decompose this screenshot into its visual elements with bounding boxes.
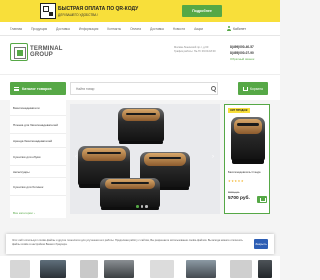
top-nav-item[interactable]: Главная bbox=[10, 27, 22, 31]
top-nav-item[interactable]: Акции bbox=[194, 27, 203, 31]
top-nav-items: Главная Продукция Доставка Информация Ко… bbox=[10, 27, 203, 31]
cookie-notice: Этот сайт использует cookie-файлы и друг… bbox=[6, 234, 274, 254]
rating-stars: ★ ★ ★ ★ ★ bbox=[228, 180, 244, 183]
cookie-text: Этот сайт использует cookie-файлы и друг… bbox=[12, 239, 243, 246]
product-thumbnail[interactable] bbox=[150, 260, 174, 278]
site-header: TERMINAL GROUP Москва Ленинский пр-т, д.… bbox=[0, 36, 280, 74]
slider-dot[interactable] bbox=[145, 205, 148, 208]
promo-subtitle: ДЛЯ ВАШЕГО УДОБСТВА ! bbox=[58, 13, 99, 17]
promo-title: БЫСТРАЯ ОПЛАТА ПО QR-КОДУ bbox=[58, 6, 139, 12]
top-nav-item[interactable]: Информация bbox=[79, 27, 99, 31]
callback-link[interactable]: Обратный звонок bbox=[230, 56, 254, 62]
sidebar-item[interactable]: Бахилонадеватели bbox=[10, 100, 66, 116]
product-thumbnail[interactable] bbox=[104, 260, 134, 278]
product-name[interactable]: Бахилонадеватель Станда bbox=[228, 171, 268, 175]
search-button[interactable] bbox=[208, 83, 218, 94]
top-nav-item[interactable]: Новости bbox=[173, 27, 185, 31]
sidebar-item[interactable]: Пленка для бахилонадевателей bbox=[10, 116, 66, 134]
product-strip bbox=[0, 256, 280, 280]
phones-block: 8(499)000-40-57 8(495)000-07-90 Обратный… bbox=[230, 44, 254, 62]
old-price: 8900 руб. bbox=[228, 191, 240, 194]
sidebar-item[interactable]: Сушилки для ботинок bbox=[10, 178, 66, 196]
top-nav-item[interactable]: Доставка bbox=[56, 27, 70, 31]
add-to-cart-icon[interactable] bbox=[257, 196, 267, 203]
top-nav-item[interactable]: Контакты bbox=[107, 27, 121, 31]
product-thumbnail[interactable] bbox=[230, 260, 252, 278]
star-icon: ★ bbox=[240, 179, 244, 183]
cart-label: Корзина bbox=[250, 86, 263, 91]
search-bar-row: Каталог товаров Корзина bbox=[0, 74, 280, 100]
product-thumbnail[interactable] bbox=[258, 260, 272, 278]
hours-line: График работы: Пн-Пт 09:00-18:00 bbox=[174, 50, 216, 53]
cabinet-link[interactable]: Кабинет bbox=[226, 26, 246, 31]
top-nav-item[interactable]: Доставка bbox=[150, 27, 164, 31]
logo[interactable]: TERMINAL GROUP bbox=[10, 43, 63, 61]
promo-banner: БЫСТРАЯ ОПЛАТА ПО QR-КОДУ ДЛЯ ВАШЕГО УДО… bbox=[0, 0, 280, 22]
top-nav-item[interactable]: Оплата bbox=[130, 27, 141, 31]
cart-icon bbox=[243, 86, 249, 91]
all-categories-label: Все категории bbox=[13, 211, 33, 215]
slider-dots bbox=[136, 205, 148, 208]
hit-badge: ХИТ ПРОДАЖ bbox=[228, 108, 250, 113]
logo-line-2: GROUP bbox=[30, 52, 54, 58]
cabinet-label: Кабинет bbox=[233, 26, 246, 31]
slider-dot[interactable] bbox=[136, 205, 139, 208]
category-sidebar: Бахилонадеватели Пленка для бахилонадева… bbox=[10, 100, 66, 218]
slider-next-icon[interactable]: › bbox=[210, 154, 216, 160]
catalog-label: Каталог товаров bbox=[22, 86, 52, 91]
sidebar-item[interactable]: Аренда бахилонадевателей bbox=[10, 134, 66, 148]
product-image bbox=[100, 178, 160, 210]
product-thumbnail[interactable] bbox=[186, 260, 216, 278]
product-thumbnail[interactable] bbox=[10, 260, 30, 278]
price: 5700 руб. bbox=[228, 196, 250, 201]
search-icon bbox=[210, 86, 216, 91]
hero-slider[interactable]: ‹ › bbox=[70, 104, 220, 214]
user-icon bbox=[226, 26, 231, 31]
search-input[interactable] bbox=[70, 82, 218, 95]
promo-more-button[interactable]: Подробнее bbox=[182, 5, 222, 17]
qr-code-icon bbox=[40, 3, 56, 19]
address-block: Москва Ленинский пр-т, д.60 График работ… bbox=[174, 46, 216, 54]
product-thumbnail[interactable] bbox=[231, 117, 265, 164]
catalog-button[interactable]: Каталог товаров bbox=[10, 82, 66, 95]
logo-mark-icon bbox=[10, 43, 28, 61]
all-categories-link[interactable]: Все категории › bbox=[13, 211, 35, 215]
cookie-close-button[interactable]: Закрыть bbox=[254, 239, 268, 249]
top-navigation: Главная Продукция Доставка Информация Ко… bbox=[0, 22, 280, 36]
chevron-right-icon: › bbox=[33, 211, 35, 215]
top-nav-item[interactable]: Продукция bbox=[31, 27, 47, 31]
slider-dot[interactable] bbox=[140, 205, 143, 208]
product-image bbox=[118, 108, 164, 145]
product-thumbnail[interactable] bbox=[80, 260, 98, 278]
product-thumbnail[interactable] bbox=[40, 260, 66, 278]
slider-prev-icon[interactable]: ‹ bbox=[73, 154, 79, 160]
featured-product-card[interactable]: ХИТ ПРОДАЖ Бахилонадеватель Станда ★ ★ ★… bbox=[224, 104, 270, 214]
menu-icon bbox=[14, 86, 19, 91]
sidebar-item[interactable]: Аксессуары bbox=[10, 166, 66, 178]
cart-button[interactable]: Корзина bbox=[238, 82, 268, 95]
sidebar-item[interactable]: Сушилки для обуви bbox=[10, 148, 66, 166]
